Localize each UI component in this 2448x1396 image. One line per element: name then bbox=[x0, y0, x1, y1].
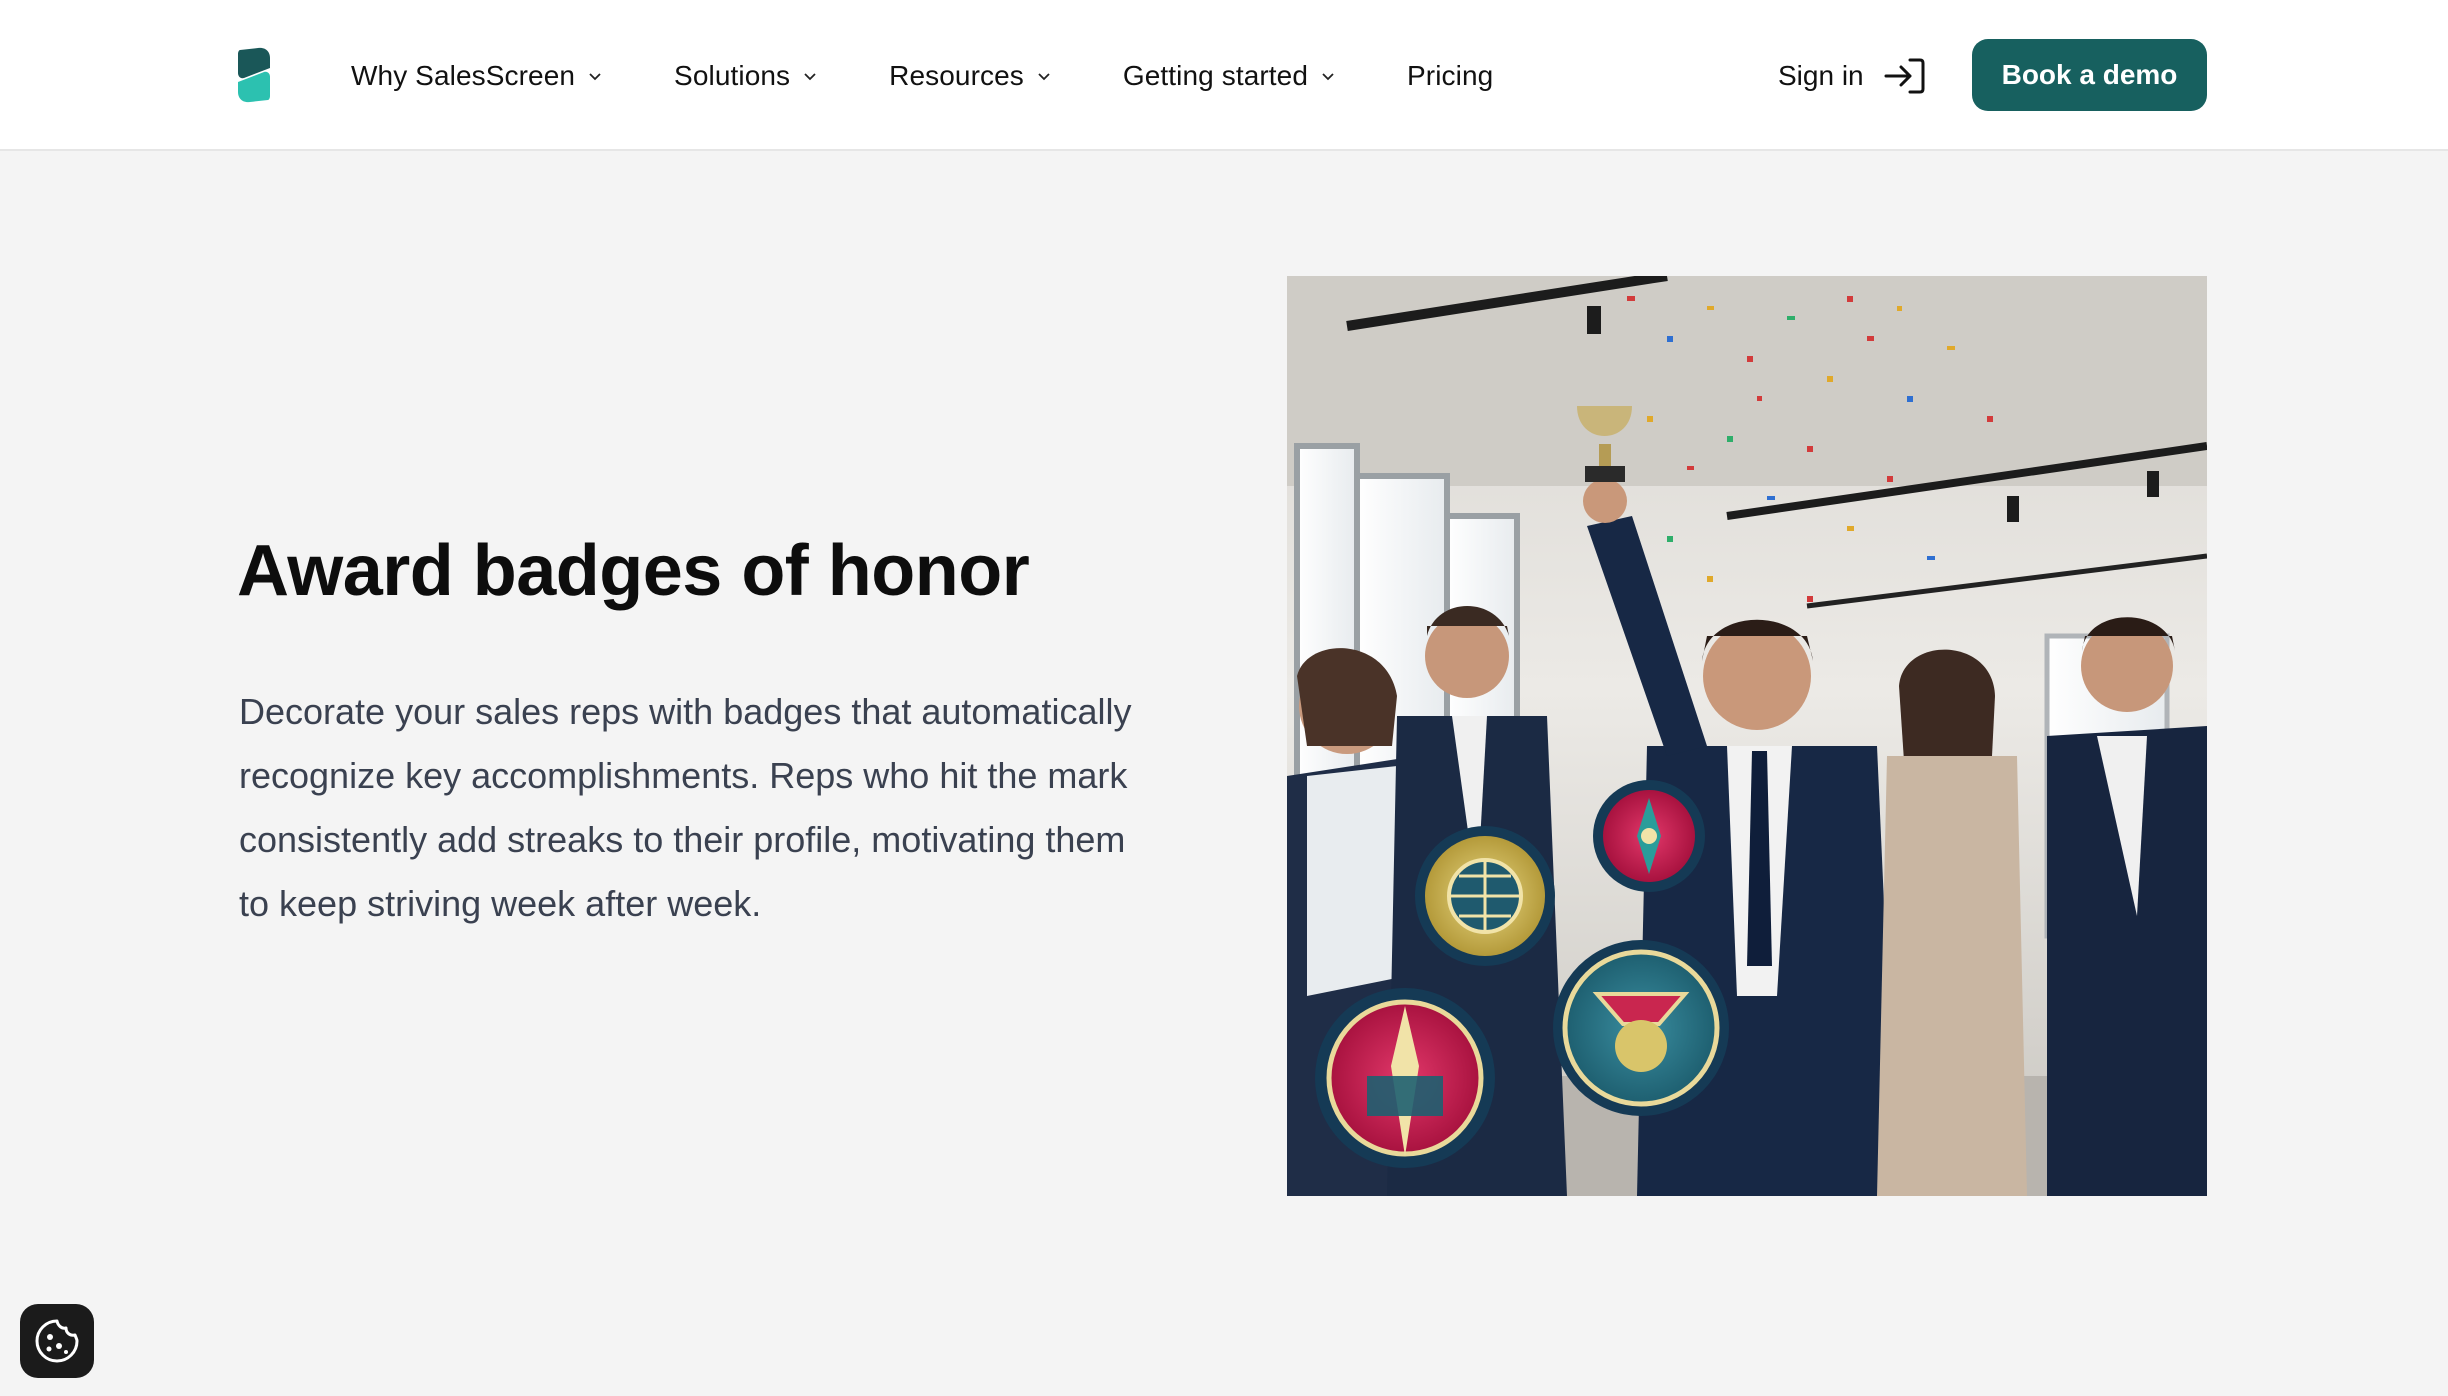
sword-badge bbox=[1315, 988, 1495, 1168]
sign-in-arrow-icon bbox=[1884, 58, 1925, 93]
book-demo-button[interactable]: Book a demo bbox=[1972, 39, 2207, 111]
globe-badge bbox=[1415, 826, 1555, 966]
nav-why-salesscreen-label: Why SalesScreen bbox=[351, 59, 576, 91]
sign-in-link[interactable]: Sign in bbox=[1778, 0, 1926, 151]
nav-getting-started[interactable]: Getting started bbox=[1123, 60, 1335, 92]
nav-why-salesscreen[interactable]: Why SalesScreen bbox=[351, 60, 602, 92]
site-header: Why SalesScreen Solutions Resources Gett… bbox=[0, 0, 2448, 151]
cookie-icon bbox=[35, 1319, 79, 1363]
compass-badge bbox=[1593, 780, 1705, 892]
chevron-down-icon bbox=[804, 72, 816, 80]
medal-badge bbox=[1553, 940, 1729, 1116]
main-nav: Why SalesScreen Solutions Resources Gett… bbox=[351, 0, 1493, 151]
cookie-settings-button[interactable] bbox=[20, 1304, 94, 1378]
nav-resources-label: Resources bbox=[889, 59, 1024, 91]
section-description: Decorate your sales reps with badges tha… bbox=[239, 691, 1132, 924]
nav-getting-started-label: Getting started bbox=[1122, 59, 1309, 91]
nav-pricing[interactable]: Pricing bbox=[1407, 60, 1493, 92]
section-heading: Award badges of honor bbox=[237, 531, 1030, 611]
hero-image bbox=[1287, 276, 2207, 1196]
sign-in-label: Sign in bbox=[1778, 59, 1864, 91]
chevron-down-icon bbox=[1038, 72, 1050, 80]
chevron-down-icon bbox=[589, 72, 601, 80]
nav-solutions-label: Solutions bbox=[674, 59, 791, 91]
chevron-down-icon bbox=[1322, 72, 1334, 80]
salesscreen-logo[interactable] bbox=[236, 46, 272, 104]
nav-resources[interactable]: Resources bbox=[889, 60, 1051, 92]
nav-solutions[interactable]: Solutions bbox=[674, 60, 817, 92]
nav-pricing-label: Pricing bbox=[1407, 59, 1494, 91]
